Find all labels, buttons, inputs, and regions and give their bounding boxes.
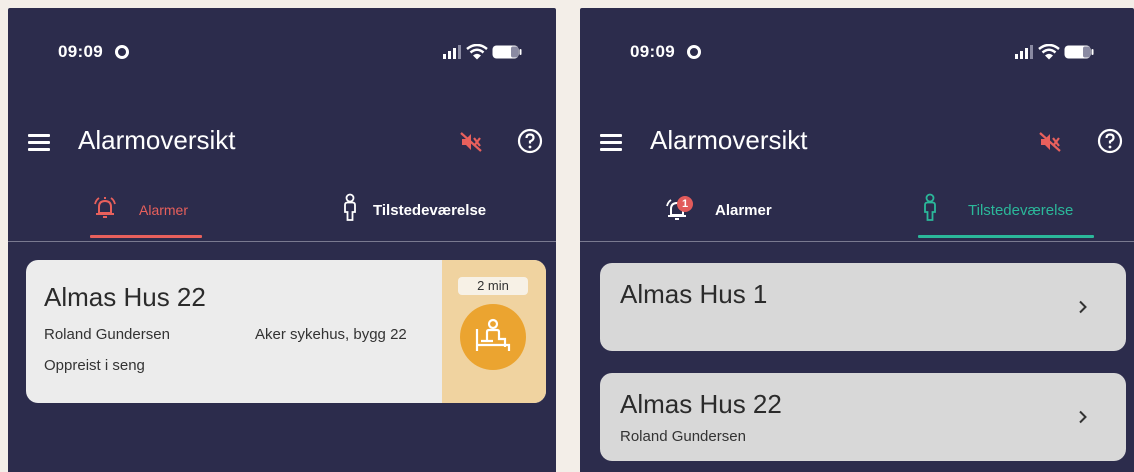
status-time: 09:09 (58, 42, 103, 61)
status-icons (1004, 44, 1094, 60)
location-title: Almas Hus 1 (620, 279, 768, 309)
alarm-type-badge (460, 304, 526, 370)
tab-indicator (918, 235, 1094, 238)
alarm-person: Roland Gundersen (44, 326, 170, 343)
wifi-icon (466, 44, 488, 60)
signal-icon (443, 45, 461, 59)
notification-dot-icon (687, 45, 701, 59)
presence-tab-screen: 09:09 Alarmoversikt 1 Alarmer Tilstedevæ… (580, 8, 1134, 472)
alarm-count-badge: 1 (677, 196, 693, 212)
wifi-icon (1038, 44, 1060, 60)
tab-alarmer[interactable]: 1 Alarmer (664, 182, 794, 238)
location-title: Almas Hus 22 (620, 389, 782, 419)
person-sitting-in-bed-icon (475, 318, 511, 351)
chevron-right-icon (1079, 300, 1087, 314)
tab-tilstedevaerelse[interactable]: Tilstedeværelse (918, 182, 1094, 238)
tab-indicator (90, 235, 202, 238)
page-title: Alarmoversikt (650, 125, 808, 155)
battery-icon (492, 45, 522, 59)
person-outline-icon (924, 193, 936, 221)
tab-tilstedevaerelse[interactable]: Tilstedeværelse (342, 182, 522, 238)
bell-ringing-icon (94, 197, 116, 218)
help-circle-icon[interactable] (1097, 128, 1123, 154)
chevron-right-icon (1079, 410, 1087, 424)
alarm-tab-screen: 09:09 Alarmoversikt Alarmer Tilstedevære… (8, 8, 556, 472)
alarm-title: Almas Hus 22 (44, 282, 206, 312)
alarm-card[interactable]: Almas Hus 22 Roland Gundersen Aker sykeh… (26, 260, 546, 403)
tab-label-alarmer: Alarmer (715, 202, 772, 219)
tab-divider (8, 241, 556, 242)
tab-label-tilstedevaerelse: Tilstedeværelse (968, 202, 1074, 219)
notification-dot-icon (115, 45, 129, 59)
alarm-side-panel: 2 min (442, 260, 546, 403)
signal-icon (1015, 45, 1033, 59)
status-icons (432, 44, 522, 60)
tab-label-tilstedevaerelse: Tilstedeværelse (373, 202, 487, 219)
menu-icon[interactable] (600, 134, 622, 152)
volume-off-icon[interactable] (1038, 131, 1062, 153)
elapsed-time-badge: 2 min (458, 277, 528, 295)
volume-off-icon[interactable] (459, 131, 483, 153)
menu-icon[interactable] (28, 134, 50, 152)
alarm-status: Oppreist i seng (44, 357, 145, 374)
battery-icon (1064, 45, 1094, 59)
location-card[interactable]: Almas Hus 22 Roland Gundersen (600, 373, 1126, 461)
location-subtitle: Roland Gundersen (620, 428, 746, 445)
location-card[interactable]: Almas Hus 1 (600, 263, 1126, 351)
alarm-location: Aker sykehus, bygg 22 (255, 326, 407, 343)
status-time: 09:09 (630, 42, 675, 61)
tab-divider (580, 241, 1134, 242)
tab-label-alarmer: Alarmer (139, 202, 189, 218)
help-circle-icon[interactable] (517, 128, 543, 154)
person-outline-icon (344, 193, 356, 221)
tab-alarmer[interactable]: Alarmer (90, 182, 202, 238)
page-title: Alarmoversikt (78, 125, 236, 155)
